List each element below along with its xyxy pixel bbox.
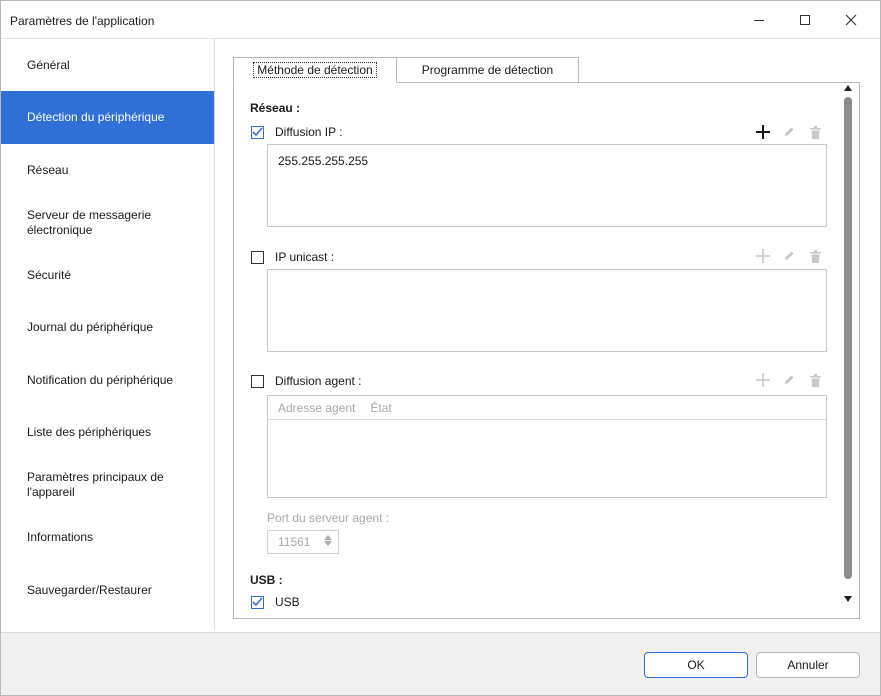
app-settings-window: Paramètres de l'application Général Déte… (0, 0, 881, 696)
sidebar-item-label: Sécurité (27, 267, 72, 282)
close-icon (845, 14, 857, 26)
ip-unicast-checkbox[interactable] (251, 250, 264, 264)
cancel-button[interactable]: Annuler (756, 652, 860, 678)
delete-icon (809, 249, 821, 263)
scroll-up-arrow-icon[interactable] (844, 85, 852, 91)
dialog-footer: OK Annuler (1, 632, 880, 695)
agent-port-value: 11561 (278, 535, 311, 549)
edit-button[interactable] (782, 248, 796, 264)
tab-detection-schedule[interactable]: Programme de détection (396, 57, 579, 83)
agent-list[interactable]: Adresse agent État (267, 395, 827, 498)
tab-label: Méthode de détection (253, 62, 377, 78)
sidebar-item-label: Détection du périphérique (27, 110, 165, 124)
sidebar-item-main-device-settings[interactable]: Paramètres principaux de l'appareil (1, 459, 214, 511)
agent-port-stepper[interactable]: 11561 (267, 530, 339, 554)
usb-checkbox[interactable] (251, 595, 264, 609)
agent-broadcast-row: Diffusion agent : (251, 374, 362, 388)
ip-broadcast-label: Diffusion IP : (275, 125, 343, 139)
sidebar-item-label: Notification du périphérique (27, 372, 174, 387)
sidebar-item-label: Serveur de messagerie électronique (27, 207, 152, 237)
edit-icon (785, 127, 794, 136)
ip-unicast-address-list[interactable] (267, 269, 827, 352)
sidebar-item-backup-restore[interactable]: Sauvegarder/Restaurer (1, 564, 214, 616)
sidebar-item-label: Général (27, 57, 70, 72)
agent-list-header: Adresse agent État (268, 396, 826, 420)
usb-row: USB (251, 595, 300, 609)
ip-broadcast-checkbox[interactable] (251, 125, 264, 139)
sidebar-item-label: Paramètres principaux de l'appareil (27, 470, 164, 499)
list-item[interactable]: 255.255.255.255 (278, 154, 368, 168)
spinner-arrows (324, 535, 332, 546)
tab-detection-method[interactable]: Méthode de détection (233, 57, 397, 83)
add-icon (756, 125, 770, 139)
usb-heading: USB : (250, 573, 283, 587)
title-bar: Paramètres de l'application (1, 1, 880, 39)
maximize-button[interactable] (782, 1, 828, 39)
ok-button[interactable]: OK (644, 652, 748, 678)
add-button[interactable] (756, 248, 770, 264)
sidebar-item-label: Réseau (27, 162, 69, 177)
minimize-icon (754, 19, 764, 21)
add-icon (756, 373, 770, 387)
spin-up-icon[interactable] (324, 535, 332, 540)
sidebar-item-device-list[interactable]: Liste des périphériques (1, 406, 214, 459)
ip-unicast-label: IP unicast : (275, 250, 335, 264)
add-button[interactable] (756, 372, 770, 388)
sidebar-item-email-server[interactable]: Serveur de messagerie électronique (1, 196, 214, 249)
ip-broadcast-row: Diffusion IP : (251, 125, 343, 139)
sidebar-item-device-notification[interactable]: Notification du périphérique (1, 354, 214, 406)
checkmark-icon (252, 127, 263, 137)
agent-broadcast-tools (756, 372, 822, 388)
delete-button[interactable] (808, 248, 822, 264)
column-header-agent-address[interactable]: Adresse agent (278, 401, 355, 415)
add-button[interactable] (756, 124, 770, 140)
network-heading: Réseau : (250, 101, 301, 115)
spin-down-icon[interactable] (324, 541, 332, 546)
ip-broadcast-tools (756, 124, 822, 140)
checkmark-icon (252, 597, 263, 607)
minimize-button[interactable] (736, 1, 782, 39)
scroll-down-arrow-icon[interactable] (844, 596, 852, 602)
delete-icon (809, 373, 821, 387)
delete-icon (809, 125, 821, 139)
edit-icon (785, 251, 794, 260)
usb-label: USB (275, 595, 300, 609)
sidebar-item-device-detection[interactable]: Détection du périphérique (1, 91, 214, 144)
agent-broadcast-checkbox[interactable] (251, 374, 264, 388)
ip-broadcast-address-list[interactable]: 255.255.255.255 (267, 144, 827, 227)
sidebar-item-label: Journal du périphérique (27, 320, 154, 334)
sidebar-item-general[interactable]: Général (1, 39, 214, 91)
settings-content: Méthode de détection Programme de détect… (216, 39, 880, 631)
tab-label: Programme de détection (421, 63, 554, 77)
edit-icon (785, 375, 794, 384)
delete-button[interactable] (808, 124, 822, 140)
settings-sidebar: Général Détection du périphérique Réseau… (1, 39, 215, 631)
add-icon (756, 249, 770, 263)
maximize-icon (800, 15, 810, 25)
sidebar-item-label: Liste des périphériques (27, 425, 152, 439)
edit-button[interactable] (782, 372, 796, 388)
column-header-status[interactable]: État (370, 401, 391, 415)
ip-unicast-tools (756, 248, 822, 264)
sidebar-item-device-log[interactable]: Journal du périphérique (1, 301, 214, 354)
agent-broadcast-label: Diffusion agent : (275, 374, 362, 388)
agent-port-label: Port du serveur agent : (267, 511, 390, 525)
ip-unicast-row: IP unicast : (251, 250, 334, 264)
edit-button[interactable] (782, 124, 796, 140)
close-button[interactable] (828, 1, 874, 39)
window-title: Paramètres de l'application (10, 14, 155, 28)
sidebar-item-network[interactable]: Réseau (1, 144, 214, 196)
sidebar-item-security[interactable]: Sécurité (1, 249, 214, 301)
detection-method-panel: Réseau : Diffusion IP : 255.255.255.255 … (233, 82, 860, 619)
vertical-scrollbar-thumb[interactable] (844, 97, 852, 579)
delete-button[interactable] (808, 372, 822, 388)
sidebar-item-label: Informations (27, 530, 94, 544)
sidebar-item-label: Sauvegarder/Restaurer (27, 582, 152, 597)
sidebar-item-information[interactable]: Informations (1, 511, 214, 564)
